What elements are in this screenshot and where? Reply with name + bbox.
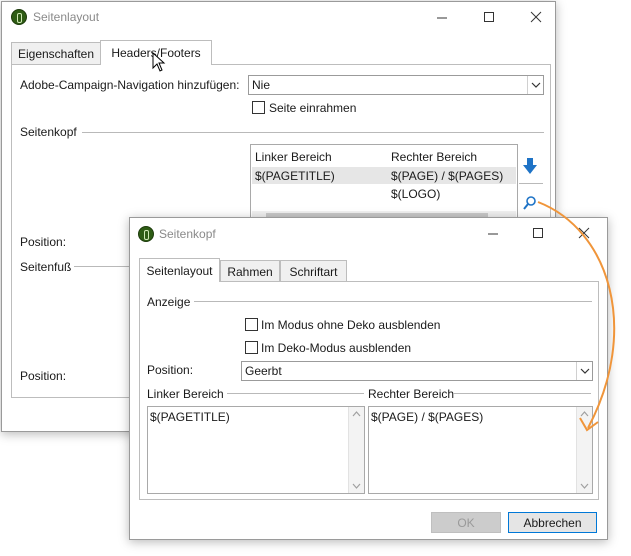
- dialog-app-icon: [138, 226, 154, 242]
- right-area-text: $(PAGE) / $(PAGES): [371, 410, 484, 424]
- side-divider: [519, 183, 543, 184]
- tab-seitenlayout[interactable]: Seitenlayout: [139, 258, 220, 282]
- header-row-2-right[interactable]: $(LOGO): [391, 187, 440, 201]
- minimize-icon[interactable]: [435, 10, 449, 24]
- header-col-right[interactable]: Rechter Bereich: [391, 150, 477, 164]
- nav-select-value: Nie: [252, 78, 271, 92]
- position-select-value: Geerbt: [245, 364, 282, 378]
- main-titlebar: Seitenlayout: [2, 2, 555, 33]
- right-scroll-down-icon[interactable]: [580, 483, 589, 489]
- footer-group-label: Seitenfuß: [20, 260, 72, 274]
- maximize-icon[interactable]: [482, 10, 496, 24]
- header-row-1-left[interactable]: $(PAGETITLE): [255, 169, 335, 183]
- cancel-button[interactable]: Abbrechen: [508, 512, 597, 533]
- tab-eigenschaften[interactable]: Eigenschaften: [11, 42, 101, 64]
- left-area-divider: [227, 393, 364, 394]
- right-area-group-label: Rechter Bereich: [368, 387, 455, 401]
- tab-seitenlayout-label: Seitenlayout: [146, 263, 213, 278]
- display-group-label: Anzeige: [147, 295, 191, 309]
- position-label-1: Position:: [20, 235, 67, 249]
- left-area-vscroll[interactable]: [348, 407, 364, 493]
- chevron-down-icon: [527, 76, 543, 94]
- footer-group-divider: [74, 266, 134, 267]
- nodeco-checkbox[interactable]: [245, 318, 258, 331]
- nodeco-checkbox-label: Im Modus ohne Deko ausblenden: [261, 318, 441, 332]
- dialog-minimize-icon[interactable]: [486, 226, 500, 240]
- tab-rahmen-label: Rahmen: [227, 264, 273, 279]
- header-group-label: Seitenkopf: [20, 125, 77, 139]
- deco-checkbox[interactable]: [245, 341, 258, 354]
- left-area-text: $(PAGETITLE): [150, 410, 230, 424]
- header-row-1-right[interactable]: $(PAGE) / $(PAGES): [391, 169, 503, 183]
- dialog-position-label: Position:: [147, 363, 194, 377]
- tab-schriftart[interactable]: Schriftart: [280, 260, 347, 282]
- close-icon[interactable]: [529, 10, 543, 24]
- scroll-up-icon[interactable]: [352, 411, 361, 417]
- frame-checkbox-label: Seite einrahmen: [269, 101, 357, 115]
- header-group-divider: [82, 132, 544, 133]
- frame-checkbox[interactable]: [252, 101, 265, 114]
- move-down-icon[interactable]: [522, 156, 538, 176]
- left-area-group-label: Linker Bereich: [147, 387, 224, 401]
- tab-eigenschaften-label: Eigenschaften: [17, 46, 95, 61]
- header-list[interactable]: Linker Bereich Rechter Bereich $(PAGETIT…: [250, 144, 518, 224]
- dialog-title: Seitenkopf: [159, 227, 216, 241]
- header-col-left[interactable]: Linker Bereich: [255, 150, 332, 164]
- position-label-2: Position:: [20, 369, 67, 383]
- nav-label: Adobe-Campaign-Navigation hinzufügen:: [20, 78, 240, 92]
- callout-arrow-icon: [537, 201, 616, 432]
- scroll-down-icon[interactable]: [352, 483, 361, 489]
- deco-checkbox-label: Im Deko-Modus ausblenden: [261, 341, 412, 355]
- tab-schriftart-label: Schriftart: [289, 264, 338, 279]
- dialog-active-tab-joiner: [140, 280, 219, 282]
- left-area-textbox[interactable]: $(PAGETITLE): [147, 406, 365, 494]
- main-window-title: Seitenlayout: [33, 10, 100, 24]
- tab-rahmen[interactable]: Rahmen: [220, 260, 280, 282]
- mouse-cursor-icon: [152, 51, 166, 72]
- app-icon: [11, 9, 27, 25]
- ok-button[interactable]: OK: [431, 512, 501, 533]
- nav-select[interactable]: Nie: [248, 75, 544, 95]
